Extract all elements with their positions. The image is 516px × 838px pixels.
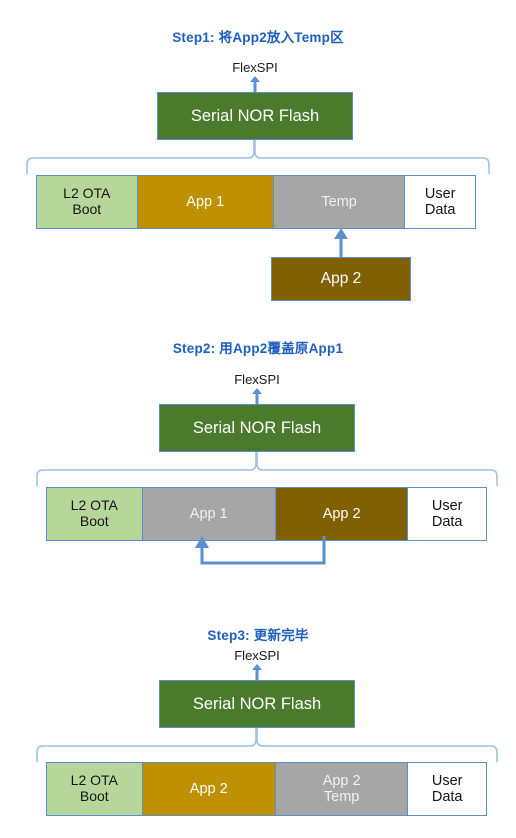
step2-segment-app-2: App 2 — [275, 488, 409, 540]
step2-section: Step2: 用App2覆盖原App1 FlexSPI Serial NOR F… — [0, 320, 516, 610]
step1-seg2-line1: Temp — [321, 193, 357, 210]
step3-title: Step3: 更新完毕 — [207, 628, 309, 643]
step2-app2-overwrite-app1-arrow-icon — [178, 536, 338, 575]
step2-title: Step2: 用App2覆盖原App1 — [172, 341, 344, 356]
step2-memory-bar: L2 OTA Boot App 1 App 2 User Data — [46, 487, 487, 541]
step2-seg3-line1: User — [431, 497, 463, 514]
step2-seg0-line2: Boot — [79, 513, 109, 529]
step2-flexspi-label: FlexSPI — [234, 372, 280, 387]
step1-segment-app-1: App 1 — [137, 176, 274, 228]
step3-seg3-line1: User — [431, 772, 463, 789]
step2-flash-label: Serial NOR Flash — [192, 418, 322, 437]
step1-brace-connector — [24, 139, 492, 179]
step1-seg1-line1: App 1 — [186, 193, 225, 210]
step3-seg2-line2: Temp — [323, 789, 360, 805]
step3-segment-l2-ota-boot: L2 OTA Boot — [47, 763, 143, 815]
step3-section: Step3: 更新完毕 FlexSPI Serial NOR Flash L2 … — [0, 610, 516, 838]
step2-segment-user-data: User Data — [408, 488, 486, 540]
step3-seg0-line2: Boot — [79, 788, 109, 804]
step1-segment-temp: Temp — [273, 176, 406, 228]
step3-segment-app-2-temp: App 2 Temp — [275, 763, 409, 815]
step1-section: Step1: 将App2放入Temp区 FlexSPI Serial NOR F… — [0, 0, 516, 320]
step3-serial-nor-flash-box: Serial NOR Flash — [159, 680, 355, 728]
step1-title: Step1: 将App2放入Temp区 — [172, 30, 344, 45]
step3-memory-bar: L2 OTA Boot App 2 App 2 Temp User Data — [46, 762, 487, 816]
step2-serial-nor-flash-box: Serial NOR Flash — [159, 404, 355, 452]
step2-brace-connector — [34, 451, 500, 491]
step3-flash-label: Serial NOR Flash — [192, 694, 322, 713]
step1-seg3-line2: Data — [424, 202, 456, 218]
step2-segment-l2-ota-boot: L2 OTA Boot — [47, 488, 143, 540]
step3-segment-user-data: User Data — [408, 763, 486, 815]
step1-serial-nor-flash-box: Serial NOR Flash — [157, 92, 353, 140]
step1-memory-bar: L2 OTA Boot App 1 Temp User Data — [36, 175, 476, 229]
step1-seg0-line1: L2 OTA — [63, 185, 111, 202]
step1-segment-user-data: User Data — [405, 176, 475, 228]
step2-seg1-line1: App 1 — [189, 505, 228, 522]
step2-seg0-line1: L2 OTA — [70, 497, 118, 514]
step1-seg0-line2: Boot — [72, 201, 102, 217]
step1-seg3-line1: User — [424, 185, 456, 202]
step3-seg1-line1: App 2 — [189, 780, 228, 797]
step3-seg0-line1: L2 OTA — [70, 772, 118, 789]
step3-segment-app-2: App 2 — [142, 763, 276, 815]
step2-seg2-line1: App 2 — [322, 505, 361, 522]
step3-seg2-line1: App 2 — [322, 772, 361, 789]
step3-flexspi-label: FlexSPI — [234, 648, 280, 663]
step3-seg3-line2: Data — [431, 789, 463, 805]
step1-incoming-app2-label: App 2 — [320, 270, 362, 287]
step1-flash-label: Serial NOR Flash — [190, 106, 320, 125]
step2-segment-app-1: App 1 — [142, 488, 276, 540]
step2-seg3-line2: Data — [431, 514, 463, 530]
step1-flexspi-label: FlexSPI — [232, 60, 278, 75]
step1-segment-l2-ota-boot: L2 OTA Boot — [37, 176, 138, 228]
step1-incoming-app2-box: App 2 — [271, 257, 411, 301]
